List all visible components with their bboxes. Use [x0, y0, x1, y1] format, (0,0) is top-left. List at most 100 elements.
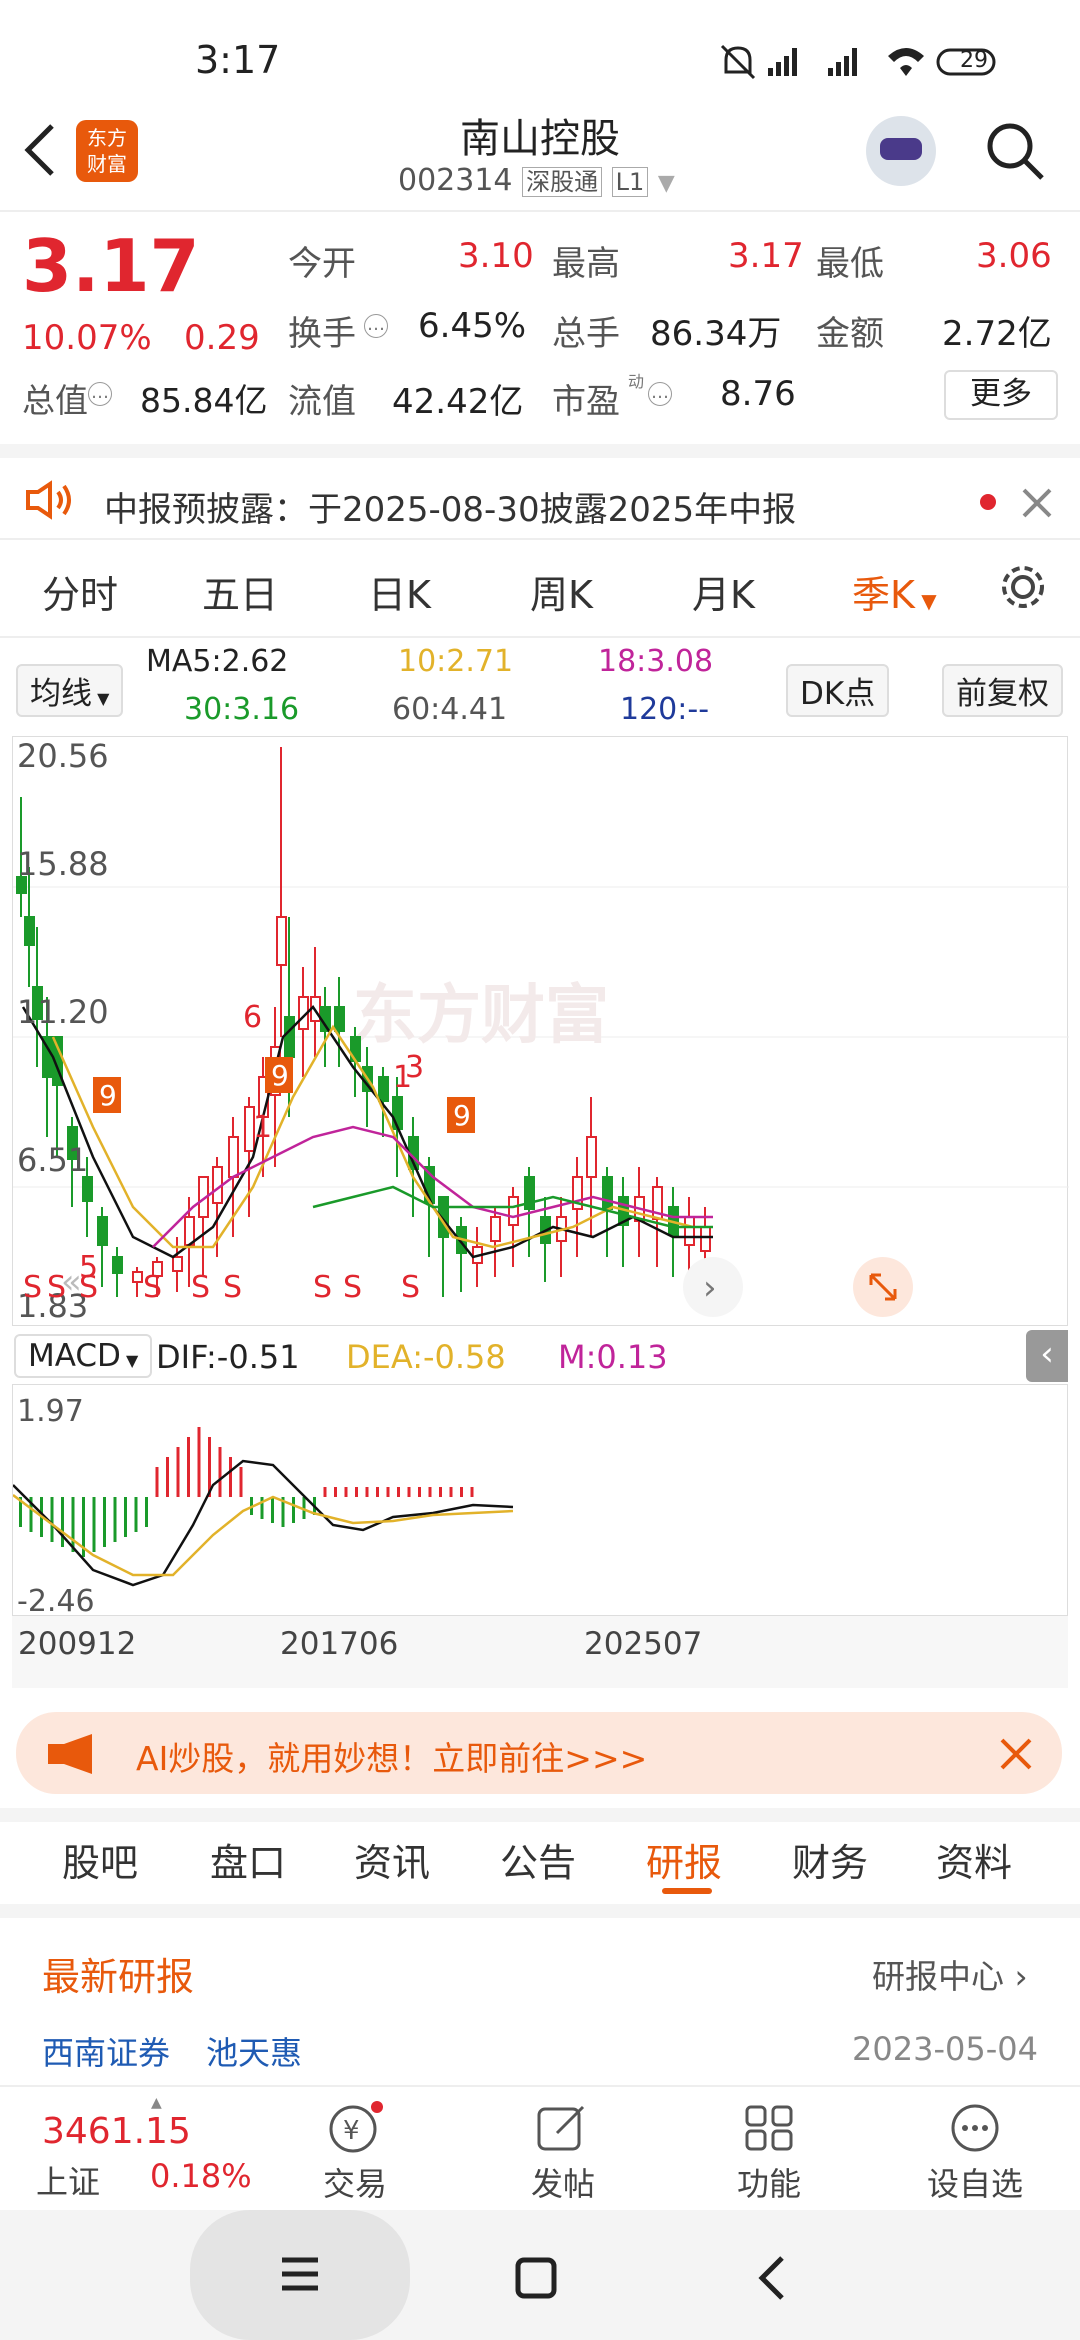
candle-body: [508, 1196, 519, 1226]
tab-quarter-k[interactable]: 季K ▼: [852, 564, 937, 619]
mcap-label: 总值: [22, 381, 88, 420]
tab-quarter-label: 季K: [852, 573, 915, 617]
more-button[interactable]: 更多: [944, 370, 1058, 420]
amount-label: 金额: [816, 314, 884, 354]
tab-profile[interactable]: 资料: [936, 1832, 1012, 1887]
notice-text: 中报预披露：于2025-08-30披露2025年中报: [104, 490, 797, 530]
back-icon[interactable]: [22, 122, 58, 178]
tab-week-k[interactable]: 周K: [530, 564, 593, 619]
home-icon[interactable]: [514, 2256, 558, 2300]
ai-robot-icon[interactable]: [866, 116, 936, 186]
close-icon[interactable]: [1022, 488, 1052, 518]
volume-value: 86.34万: [650, 314, 782, 354]
broker-link[interactable]: 西南证券: [42, 2028, 170, 2074]
tab-forum[interactable]: 股吧: [62, 1832, 138, 1887]
candle-body: [97, 1216, 108, 1246]
change-value: 0.29: [184, 318, 260, 358]
adjust-button[interactable]: 前复权: [942, 664, 1063, 717]
float-label: 流值: [288, 382, 356, 422]
tab-order-book[interactable]: 盘口: [210, 1832, 286, 1887]
add-watchlist-button[interactable]: 设自选: [927, 2101, 1023, 2205]
dea-value: DEA:-0.58: [346, 1338, 506, 1376]
yen-circle-icon: ¥: [329, 2101, 383, 2153]
trade-button[interactable]: ¥ 交易: [320, 2101, 390, 2205]
ma120-value: 120:--: [620, 692, 710, 727]
tab-five-day[interactable]: 五日: [202, 564, 278, 619]
macd-bar: [239, 1467, 243, 1497]
tab-intraday[interactable]: 分时: [42, 564, 118, 619]
notice-bar[interactable]: 中报预披露：于2025-08-30披露2025年中报: [0, 444, 1080, 540]
ad-banner[interactable]: AI炒股，就用妙想！立即前往>>>: [16, 1712, 1062, 1794]
info-icon[interactable]: …: [648, 382, 672, 406]
indicator-selector[interactable]: 均线 ▼: [16, 664, 124, 717]
current-price: 3.17: [22, 224, 200, 308]
macd-bar: [460, 1487, 463, 1497]
signal-marker: 1: [253, 1110, 272, 1145]
turnover-label: 换手: [288, 314, 356, 354]
ma5-value: MA5:2.62: [146, 644, 289, 679]
signal-marker: 5: [79, 1250, 98, 1285]
dk-point-button[interactable]: DK点: [786, 664, 890, 717]
macd-bar: [344, 1487, 348, 1497]
macd-bar: [365, 1487, 369, 1497]
back-nav-icon[interactable]: [756, 2254, 786, 2302]
tab-day-k[interactable]: 日K: [368, 564, 431, 619]
macd-y-top: 1.97: [17, 1394, 84, 1429]
candle-body: [228, 1136, 239, 1178]
kline-chart[interactable]: 东方财富 20.56 15.88 11.20 6.51 1.83 SSS5SSS…: [12, 736, 1069, 1326]
m-value: M:0.13: [558, 1338, 668, 1376]
dif-value: DIF:-0.51: [156, 1338, 300, 1376]
tab-announcements[interactable]: 公告: [500, 1832, 576, 1887]
tab-finance[interactable]: 财务: [792, 1832, 868, 1887]
x-tick: 201706: [280, 1626, 399, 1662]
macd-bars: [19, 1427, 474, 1557]
change-percent: 10.07%: [22, 318, 152, 358]
tab-month-k[interactable]: 月K: [692, 564, 755, 619]
macd-bar: [470, 1487, 474, 1497]
candle-body: [378, 1076, 389, 1102]
search-icon[interactable]: [984, 120, 1046, 182]
research-center-link[interactable]: 研报中心 ›: [872, 1950, 1028, 1998]
header: 东方 财富 南山控股 002314 深股通 L1 ▼: [0, 100, 1080, 212]
ad-text: AI炒股，就用妙想！立即前往>>>: [136, 1739, 648, 1778]
gear-icon[interactable]: [998, 562, 1048, 612]
post-button[interactable]: 发帖: [528, 2101, 598, 2205]
macd-bar: [418, 1487, 421, 1497]
info-icon[interactable]: …: [88, 382, 112, 406]
up-arrow-icon: ▲: [151, 2095, 162, 2111]
close-icon[interactable]: [1000, 1738, 1032, 1770]
macd-selector[interactable]: MACD ▼: [14, 1334, 153, 1378]
indicator-label: 均线: [30, 676, 92, 712]
system-nav-bar: [0, 2210, 1080, 2340]
ma18-value: 18:3.08: [598, 644, 714, 679]
report-date: 2023-05-04: [852, 2030, 1038, 2068]
ma10-value: 10:2.71: [398, 644, 514, 679]
nine-count-label: 9: [271, 1059, 289, 1092]
x-tick: 200912: [18, 1626, 137, 1662]
menu-button[interactable]: [190, 2210, 410, 2340]
pe-value: 8.76: [720, 374, 796, 414]
analyst-link[interactable]: 池天惠: [206, 2028, 302, 2074]
signal-marker: S: [23, 1270, 42, 1305]
chevron-down-icon[interactable]: ▼: [658, 171, 675, 196]
index-ticker[interactable]: ▲ 3461.15: [42, 2095, 191, 2152]
rewind-icon[interactable]: «: [61, 1262, 82, 1302]
quote-panel: 3.17 10.07% 0.29 总值 … 85.84亿 今开 3.10 最高 …: [0, 214, 1080, 444]
signal-icon: [768, 48, 797, 76]
open-label: 今开: [288, 244, 356, 284]
turnover-value: 6.45%: [418, 306, 527, 346]
bottom-nav: ▲ 3461.15 上证 0.18% ¥ 交易 发帖 功能 设自选: [0, 2085, 1080, 2210]
candle-body: [490, 1216, 501, 1242]
candle-body: [700, 1226, 711, 1252]
chevron-right-icon: ›: [1004, 1957, 1028, 1996]
unread-dot: [980, 494, 996, 510]
collapse-panel-button[interactable]: ‹: [1026, 1330, 1068, 1382]
macd-bar: [229, 1457, 232, 1497]
tab-research[interactable]: 研报: [646, 1832, 722, 1887]
signal-marker: S: [191, 1270, 210, 1305]
macd-bar: [92, 1497, 96, 1552]
info-icon[interactable]: …: [364, 314, 388, 338]
functions-button[interactable]: 功能: [734, 2101, 804, 2205]
tab-news[interactable]: 资讯: [354, 1832, 430, 1887]
macd-chart[interactable]: 1.97 -2.46: [12, 1384, 1068, 1619]
